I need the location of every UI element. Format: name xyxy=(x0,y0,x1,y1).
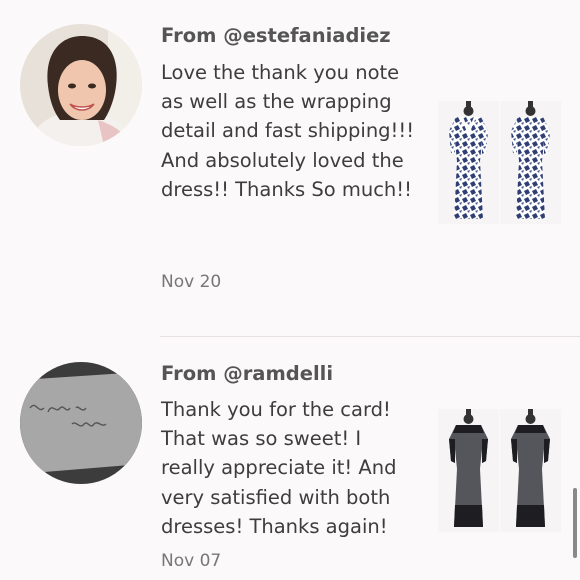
review-message: Love the thank you note as well as the w… xyxy=(161,61,415,201)
review-message: Thank you for the card! That was so swee… xyxy=(161,398,397,538)
avatar[interactable] xyxy=(20,362,142,484)
scrollbar[interactable] xyxy=(573,488,577,558)
review-author[interactable]: From @estefaniadiez xyxy=(161,24,391,47)
review-card: From @estefaniadiez Love the thank you n… xyxy=(0,0,580,337)
dress-icon xyxy=(511,101,550,219)
product-thumbnail-back[interactable] xyxy=(500,409,561,532)
dress-icon xyxy=(511,409,550,527)
review-date: Nov 20 xyxy=(161,272,222,292)
dress-icon xyxy=(449,409,488,527)
dress-icon xyxy=(449,101,488,219)
review-card: From @ramdelli Thank you for the card! T… xyxy=(0,337,580,580)
product-thumbnail-back[interactable] xyxy=(500,101,561,224)
user-photo-icon xyxy=(20,24,142,146)
review-feed: From @estefaniadiez Love the thank you n… xyxy=(0,0,580,580)
product-thumbnail-front[interactable] xyxy=(438,101,499,224)
review-author[interactable]: From @ramdelli xyxy=(161,362,333,385)
handwritten-note-icon xyxy=(20,362,142,484)
product-thumbnail-front[interactable] xyxy=(438,409,499,532)
review-date: Nov 07 xyxy=(161,551,222,571)
avatar[interactable] xyxy=(20,24,142,146)
